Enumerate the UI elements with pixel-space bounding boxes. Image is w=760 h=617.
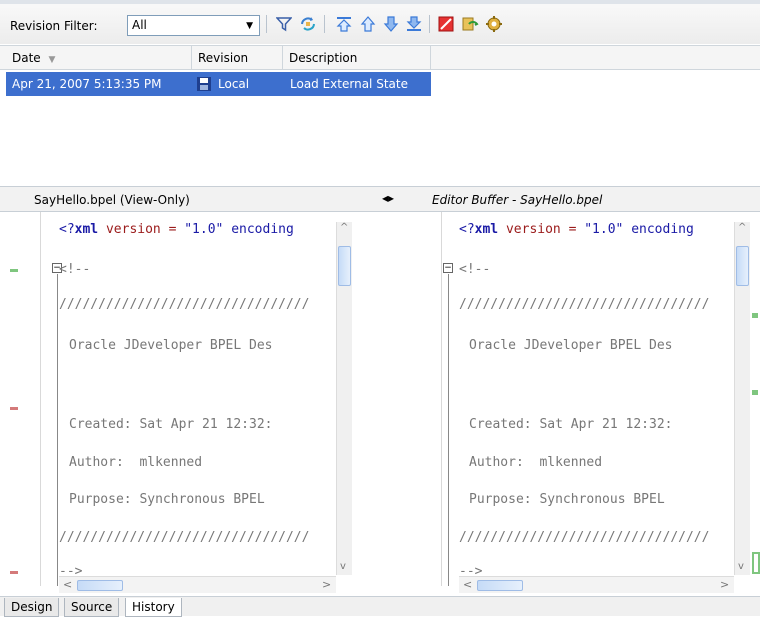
clear-icon[interactable] [435, 13, 457, 35]
revision-filter-select[interactable]: All ▼ [127, 15, 260, 36]
right-pane-title: Editor Buffer - SayHello.bpel [432, 193, 603, 207]
overview-mark [752, 552, 760, 574]
revision-filter-value: All [132, 18, 147, 32]
prev-diff-icon[interactable] [357, 13, 379, 35]
compare-header: SayHello.bpel (View-Only) ◂▸ Editor Buff… [0, 186, 760, 212]
code-line: Author: mlkenned [69, 455, 203, 470]
code-line: Purpose: Synchronous BPEL [69, 492, 265, 507]
column-revision-label: Revision [198, 51, 249, 65]
tab-design[interactable]: Design [4, 598, 60, 617]
column-description-label: Description [289, 51, 358, 65]
code-line: Created: Sat Apr 21 12:32: [69, 417, 273, 432]
overview-mark [752, 313, 758, 318]
tab-source[interactable]: Source [64, 598, 120, 617]
swap-panes-icon[interactable]: ◂▸ [382, 191, 394, 205]
column-date[interactable]: Date ▼ [6, 46, 192, 70]
column-description[interactable]: Description [283, 46, 431, 70]
code-line: Created: Sat Apr 21 12:32: [469, 417, 673, 432]
row-revision: Local [218, 77, 250, 91]
last-diff-icon[interactable] [403, 13, 425, 35]
overview-mark [752, 390, 758, 395]
revision-table-header: Date ▼ Revision Description [0, 45, 760, 70]
restore-icon[interactable] [459, 13, 481, 35]
diff-divider [354, 212, 441, 596]
code-line: Oracle JDeveloper BPEL Des [469, 338, 673, 353]
left-pane-title: SayHello.bpel (View-Only) [34, 193, 190, 207]
refresh-icon[interactable] [297, 13, 319, 35]
row-date: Apr 21, 2007 5:13:35 PM [12, 77, 162, 91]
editor-tabs: Design Source History [0, 596, 760, 617]
settings-icon[interactable] [483, 13, 505, 35]
tab-history[interactable]: History [125, 598, 182, 617]
sort-descending-icon: ▼ [48, 55, 56, 65]
code-line: <!-- [459, 262, 491, 277]
fold-toggle-icon[interactable]: − [443, 263, 453, 273]
filter-icon[interactable] [273, 13, 295, 35]
code-line: Oracle JDeveloper BPEL Des [69, 338, 273, 353]
dropdown-arrow-icon[interactable]: ▼ [246, 21, 253, 31]
code-line: Purpose: Synchronous BPEL [469, 492, 665, 507]
left-horizontal-scrollbar[interactable]: < > [59, 576, 336, 593]
left-vertical-scrollbar[interactable]: ^ v [336, 222, 352, 575]
code-line: //////////////////////////////// [59, 530, 310, 545]
save-icon [197, 77, 211, 94]
first-diff-icon[interactable] [333, 13, 355, 35]
code-line: //////////////////////////////// [459, 297, 710, 312]
revision-filter-label: Revision Filter: [10, 19, 98, 33]
code-line: //////////////////////////////// [59, 297, 310, 312]
row-description: Load External State [290, 77, 408, 91]
next-diff-icon[interactable] [380, 13, 402, 35]
code-line: //////////////////////////////// [459, 530, 710, 545]
column-revision[interactable]: Revision [192, 46, 283, 70]
right-horizontal-scrollbar[interactable]: < > [459, 576, 734, 593]
left-gutter [0, 212, 40, 596]
column-date-label: Date [12, 51, 41, 65]
code-line: <!-- [59, 262, 91, 277]
code-line: <?xml version = "1.0" encoding [459, 222, 694, 237]
table-row[interactable]: Apr 21, 2007 5:13:35 PM Local Load Exter… [6, 72, 431, 96]
code-line: Author: mlkenned [469, 455, 603, 470]
code-line: <?xml version = "1.0" encoding [59, 222, 294, 237]
right-vertical-scrollbar[interactable]: ^ v [734, 222, 750, 575]
history-toolbar: Revision Filter: All ▼ [0, 0, 760, 44]
